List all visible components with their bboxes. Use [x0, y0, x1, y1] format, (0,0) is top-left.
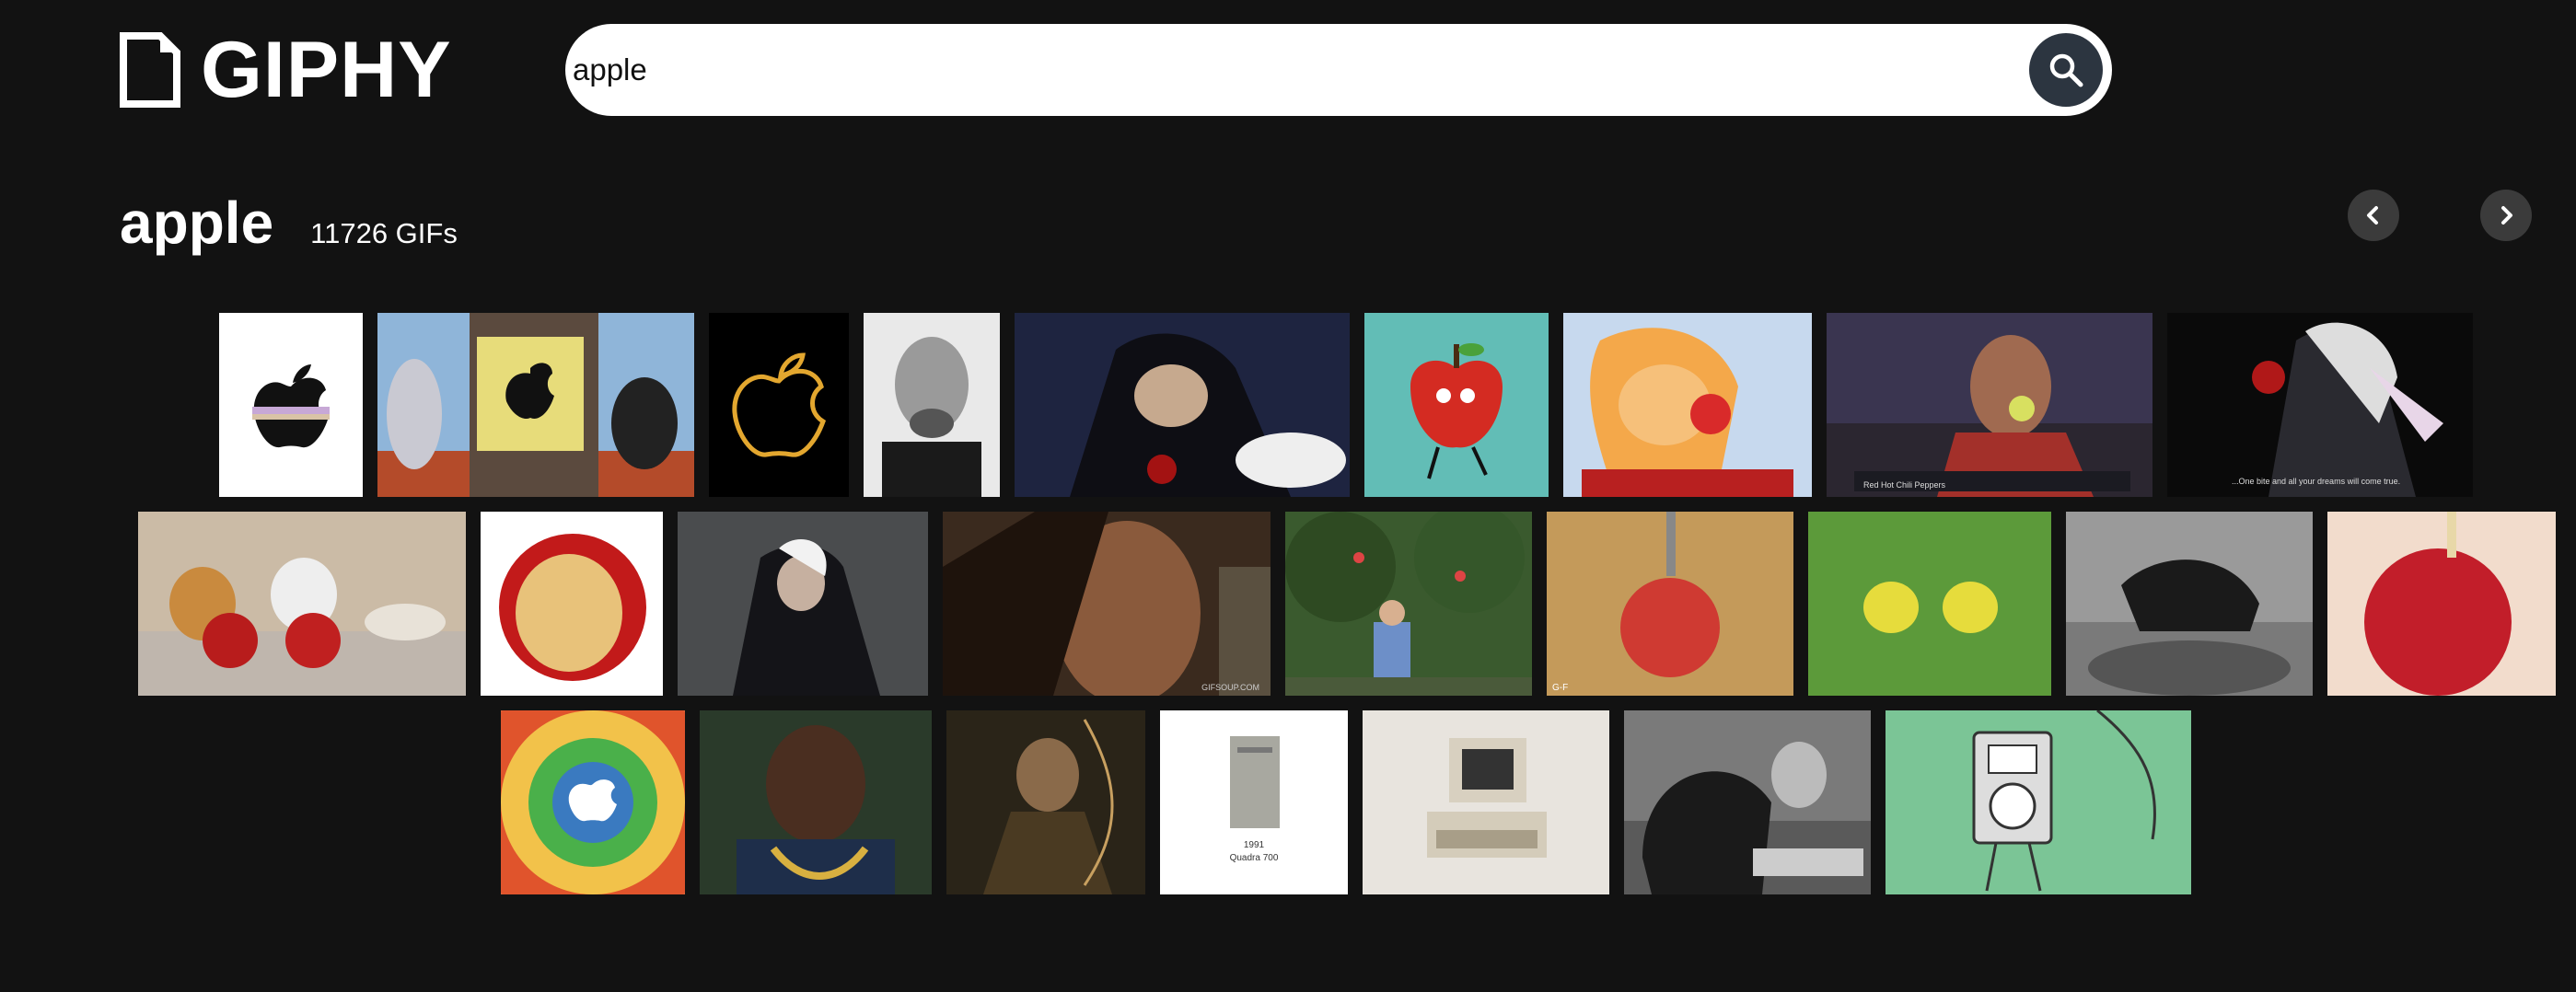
search-button[interactable] [2029, 33, 2103, 107]
gif-tile-bw-apple-bobbing[interactable] [2066, 512, 2313, 696]
gif-tile-ipod-cartoon[interactable] [1886, 710, 2191, 894]
results-heading: apple 11726 GIFs [120, 189, 458, 257]
gif-tile-apple-ii-computer[interactable] [1363, 710, 1609, 894]
witch-dark-image [2252, 322, 2443, 497]
pony-image [1582, 328, 1793, 497]
green-apples-image [1863, 582, 1998, 633]
gif-tile-quadra-computer[interactable]: 1991 Quadra 700 [1160, 710, 1348, 894]
elephant-scene-image [1624, 710, 1871, 894]
man-eating-apple-image [1827, 313, 2152, 497]
apple-bobbing-image [2066, 512, 2313, 696]
gif-count: 11726 GIFs [310, 217, 458, 249]
candy-apple-image [2364, 512, 2512, 696]
tile-caption: Red Hot Chili Peppers [1863, 480, 1946, 490]
gif-tile-two-green-apples[interactable] [1808, 512, 2051, 696]
gif-tile-cartoon-apple-dancing[interactable] [1364, 313, 1549, 497]
portrait-image [882, 337, 981, 497]
gif-tile-candy-apple[interactable] [2327, 512, 2556, 696]
search-icon [2049, 53, 2083, 87]
gif-tile-man-eating-apple-tv[interactable]: Red Hot Chili Peppers [1827, 313, 2152, 497]
glowing-apple-image [732, 352, 827, 457]
gif-tile-pony-eating-apple[interactable] [1563, 313, 1812, 497]
tie-dye-image [501, 710, 685, 894]
ipod-cartoon-image [1972, 710, 2156, 892]
woman-image [943, 512, 1271, 696]
tile-caption: G-F [1552, 683, 1569, 693]
chevron-right-icon [2501, 206, 2512, 225]
gif-tile-glowing-apple-logo[interactable] [709, 313, 849, 497]
search-bar [565, 24, 2112, 116]
apple-tree-image [1285, 512, 1532, 696]
gif-tile-girl-apple-tree[interactable] [1285, 512, 1532, 696]
gif-tile-witch-dark-apple[interactable]: ...One bite and all your dreams will com… [2167, 313, 2473, 497]
cartoon-apple-image [1410, 343, 1503, 479]
apple-logo-image [252, 364, 330, 448]
gif-tile-archer-apple[interactable] [946, 710, 1145, 894]
gif-tile-mr-t[interactable] [700, 710, 932, 894]
chevron-left-icon [2367, 206, 2378, 225]
gif-tile-bitten-apple[interactable] [481, 512, 663, 696]
bugs-bunny-image [377, 313, 694, 497]
gif-tile-apple-being-cut[interactable]: G-F [1547, 512, 1793, 696]
mr-t-image [737, 725, 895, 894]
search-input[interactable] [573, 24, 1954, 116]
gif-tile-bw-elephant-scene[interactable] [1624, 710, 1871, 894]
gif-tile-woman-turning[interactable]: GIFSOUP.COM [943, 512, 1271, 696]
gif-tile-tie-dye-apple-logo[interactable] [501, 710, 685, 894]
carousel-next-button[interactable] [2480, 190, 2532, 241]
carousel-prev-button[interactable] [2348, 190, 2399, 241]
query-title: apple [120, 190, 274, 256]
cats-image [138, 558, 466, 696]
gif-tile-bugs-bunny-apple-sign[interactable] [377, 313, 694, 497]
giphy-logo-text: GIPHY [201, 26, 452, 114]
witch-image [1070, 333, 1346, 497]
tile-caption: 1991 Quadra 700 [1229, 840, 1279, 863]
apple-ii-image [1427, 738, 1547, 858]
bitten-apple-image [499, 534, 646, 681]
gif-tile-witch-offering-apple[interactable] [1015, 313, 1350, 497]
tile-caption: GIFSOUP.COM [1201, 683, 1259, 692]
gif-tile-witch-praying[interactable] [678, 512, 928, 696]
gif-tile-steve-jobs-portrait[interactable] [864, 313, 1000, 497]
giphy-logo-icon [120, 32, 180, 108]
gif-tile-cats-with-apples[interactable] [138, 512, 466, 696]
giphy-logo[interactable]: GIPHY [120, 26, 452, 114]
computer-tower-image [1230, 736, 1280, 828]
archer-image [983, 719, 1114, 894]
tile-caption: ...One bite and all your dreams will com… [2232, 477, 2401, 486]
gif-tile-apple-logo-rainbow[interactable] [219, 313, 363, 497]
apple-cut-image [1620, 512, 1720, 677]
witch-praying-image [733, 539, 880, 696]
